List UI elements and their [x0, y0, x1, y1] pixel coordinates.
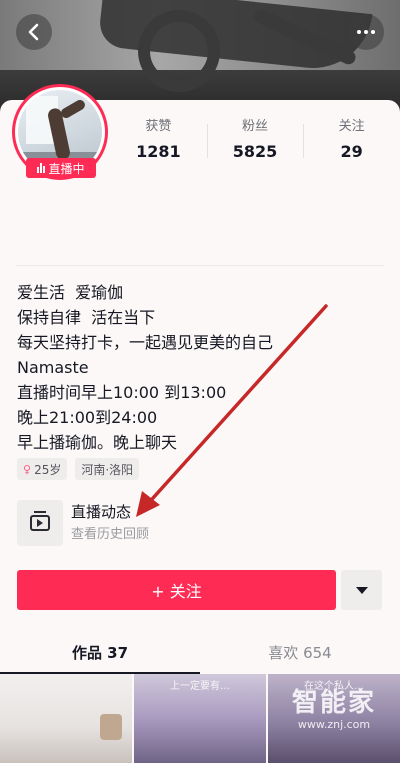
live-dynamic-title: 直播动态 — [71, 503, 132, 521]
stat-label: 关注 — [338, 119, 365, 134]
stat-label: 获赞 — [145, 119, 172, 134]
age-tag: ♀ 25岁 — [17, 458, 68, 480]
profile-bio: 爱生活 爱瑜伽 保持自律 活在当下 每天坚持打卡，一起遇见更美的自己 Namas… — [17, 280, 387, 455]
chevron-left-icon — [28, 23, 39, 41]
watermark-title: 智能家 — [292, 688, 377, 718]
stat-label: 粉丝 — [242, 119, 269, 134]
cover-yoga-wheel — [138, 10, 220, 92]
profile-card: 直播中 获赞 1281 粉丝 5825 关注 29 爱生活 爱瑜伽 保持自律 活… — [0, 84, 400, 763]
bio-line: 早上播瑜伽。晚上聊天 — [17, 433, 178, 452]
tab-works-label: 作品 37 — [71, 643, 129, 662]
bio-line: Namaste — [17, 358, 89, 377]
video-thumbnail[interactable] — [0, 674, 132, 763]
stat-following[interactable]: 关注 29 — [303, 118, 400, 168]
tab-likes-label: 喜欢 654 — [268, 643, 332, 662]
female-icon: ♀ — [23, 462, 32, 476]
follow-button-label: + 关注 — [151, 582, 202, 601]
thumbnail-plant — [100, 714, 122, 740]
profile-tags: ♀ 25岁 河南·洛阳 — [17, 458, 140, 480]
stat-likes[interactable]: 获赞 1281 — [110, 118, 207, 168]
stat-followers[interactable]: 粉丝 5825 — [206, 118, 304, 168]
location-tag-label: 河南·洛阳 — [81, 462, 134, 477]
follow-dropdown-button[interactable] — [341, 570, 382, 610]
watermark-url: www.znj.com — [297, 718, 371, 731]
video-thumbnail[interactable]: 上一定要有… — [134, 674, 266, 763]
profile-stats: 获赞 1281 粉丝 5825 关注 29 — [110, 118, 400, 168]
stat-value: 29 — [340, 142, 363, 161]
bio-line: 保持自律 活在当下 — [17, 308, 156, 327]
watermark: 智能家 www.znj.com — [292, 688, 376, 732]
live-badge-label: 直播中 — [48, 161, 85, 176]
tab-likes[interactable]: 喜欢 654 — [200, 630, 400, 674]
live-bars-icon — [37, 163, 46, 173]
bio-line: 每天坚持打卡，一起遇见更美的自己 — [17, 333, 274, 352]
stat-value: 5825 — [232, 142, 278, 161]
live-dynamic-entry[interactable]: 直播动态 查看历史回顾 — [17, 500, 149, 546]
live-badge[interactable]: 直播中 — [26, 158, 96, 178]
more-dots-icon — [357, 30, 375, 34]
bio-line: 直播时间早上10:00 到13:00 — [17, 383, 227, 402]
thumbnail-caption: 上一定要有… — [170, 681, 230, 692]
live-tv-icon — [17, 500, 63, 546]
more-button[interactable] — [348, 14, 384, 50]
age-tag-label: 25岁 — [34, 462, 62, 477]
location-tag: 河南·洛阳 — [75, 458, 140, 480]
divider — [16, 265, 384, 266]
tab-works[interactable]: 作品 37 — [0, 630, 200, 674]
caret-down-icon — [355, 586, 368, 594]
stat-value: 1281 — [136, 142, 181, 161]
bio-line: 晚上21:00到24:00 — [17, 408, 158, 427]
bio-line: 爱生活 爱瑜伽 — [17, 283, 124, 302]
follow-button[interactable]: + 关注 — [17, 570, 336, 610]
back-button[interactable] — [16, 14, 52, 50]
live-dynamic-subtitle: 查看历史回顾 — [71, 527, 150, 542]
content-tabs: 作品 37 喜欢 654 — [0, 630, 400, 674]
